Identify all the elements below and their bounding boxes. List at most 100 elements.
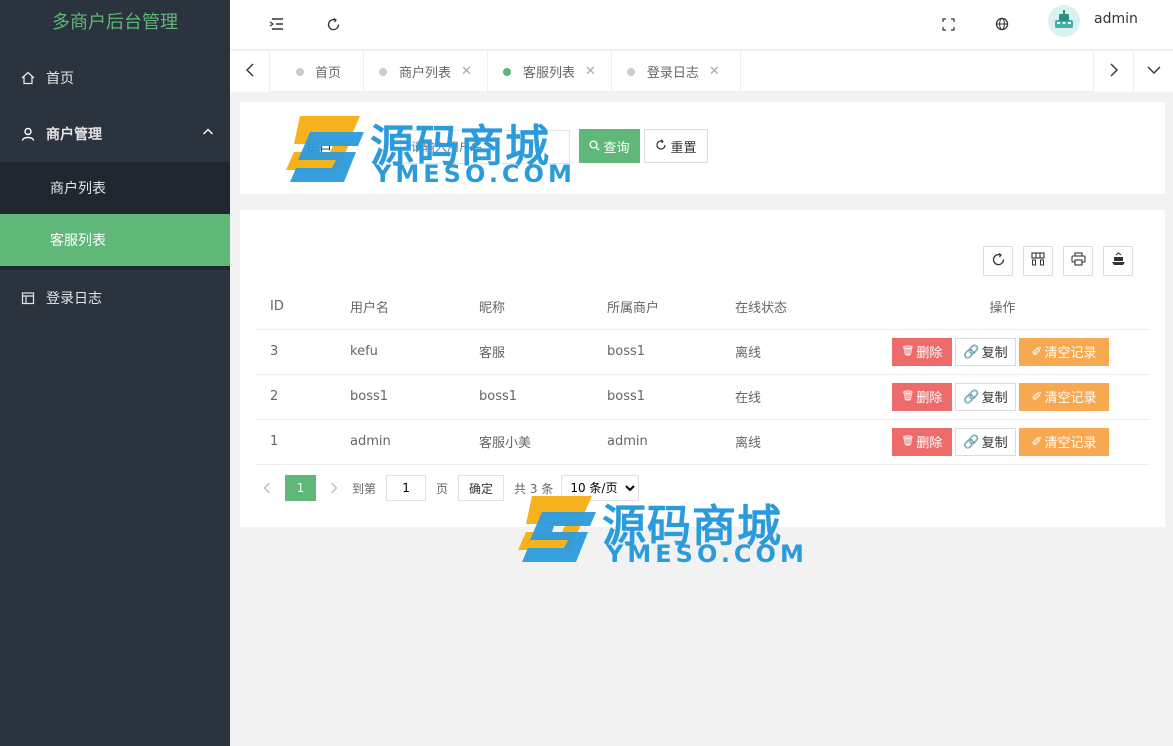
avatar[interactable] (1048, 5, 1080, 37)
goto-prefix: 到第 (352, 481, 377, 496)
cell-status: 离线 (720, 419, 840, 465)
sidebar-item-login-log[interactable]: 登录日志 (0, 270, 230, 326)
table-row: 1 admin 客服小美 admin 离线 🗑 删除 🔗 复制 ✐ 清空记录 (255, 419, 1150, 465)
tab-dot (626, 68, 635, 76)
sidebar-item-merchant-list[interactable]: 商户列表 (0, 162, 230, 214)
top-header: admin (230, 0, 1173, 50)
close-icon[interactable]: ✕ (461, 64, 472, 79)
delete-label: 删除 (916, 435, 943, 450)
tab-bar: 首页 商户列表 ✕ 客服列表 ✕ 登录日志 ✕ (230, 51, 1173, 92)
toolbar-print-button[interactable] (1063, 246, 1093, 276)
copy-button[interactable]: 🔗 复制 (955, 382, 1016, 411)
header-username[interactable]: admin (1094, 11, 1138, 27)
cell-merchant: boss1 (592, 374, 720, 420)
chevron-right-icon (1109, 63, 1119, 81)
delete-label: 删除 (916, 345, 943, 360)
tab-merchant-list[interactable]: 商户列表 ✕ (364, 51, 488, 92)
cell-username: admin (335, 419, 464, 465)
tab-home[interactable]: 首页 (270, 51, 365, 92)
close-icon[interactable]: ✕ (709, 64, 720, 79)
toolbar-refresh-button[interactable] (983, 246, 1013, 276)
goto-page-input[interactable] (386, 475, 427, 501)
clear-records-button[interactable]: ✐ 清空记录 (1019, 382, 1109, 411)
cell-id: 2 (255, 374, 335, 420)
trash-icon: 🗑 (901, 436, 915, 447)
sidebar-submenu: 商户列表 客服列表 (0, 162, 230, 266)
cell-id: 3 (255, 329, 335, 375)
chevron-up-icon (202, 126, 214, 142)
goto-confirm-button[interactable]: 确定 (458, 475, 505, 501)
print-icon (1070, 252, 1086, 270)
delete-button[interactable]: 🗑 删除 (892, 427, 952, 456)
app-logo-title: 多商户后台管理 (0, 0, 230, 50)
page-current[interactable]: 1 (285, 475, 316, 501)
chevron-left-icon (245, 63, 255, 81)
clear-label: 清空记录 (1044, 390, 1097, 405)
sidebar-item-label: 首页 (46, 71, 74, 87)
clear-records-button[interactable]: ✐ 清空记录 (1019, 337, 1109, 366)
next-page-icon[interactable] (322, 475, 346, 501)
broom-icon: ✐ (1031, 388, 1043, 404)
tab-label: 商户列表 (399, 66, 452, 81)
service-table: ID 用户名 昵称 所属商户 在线状态 操作 3 kefu 客服 boss1 离… (255, 285, 1150, 465)
search-label: 用户名 (306, 143, 346, 158)
table-row: 2 boss1 boss1 boss1 在线 🗑 删除 🔗 复制 ✐ 清空记录 (255, 374, 1150, 420)
page-size-select[interactable]: 10 条/页 (561, 475, 640, 501)
sidebar-group-merchant[interactable]: 商户管理 (0, 106, 230, 162)
query-button[interactable]: 查询 (579, 129, 640, 163)
tab-scroll-right[interactable] (1093, 51, 1133, 92)
sidebar: 多商户后台管理 首页 商户管理 商户列表 客服列表 登录日志 (0, 0, 230, 746)
cell-nickname: 客服 (464, 329, 592, 375)
prev-page-icon[interactable] (255, 475, 279, 501)
cell-username: boss1 (335, 374, 464, 420)
tab-dot (296, 68, 304, 76)
reset-button[interactable]: 重置 (644, 129, 708, 163)
copy-label: 复制 (981, 435, 1008, 450)
table-panel: ID 用户名 昵称 所属商户 在线状态 操作 3 kefu 客服 boss1 离… (240, 210, 1165, 527)
sidebar-item-service-list[interactable]: 客服列表 (0, 214, 230, 266)
fullscreen-icon[interactable] (936, 12, 960, 36)
sidebar-group-label: 商户管理 (46, 127, 102, 143)
link-icon: 🔗 (963, 433, 980, 449)
tab-list: 首页 商户列表 ✕ 客服列表 ✕ 登录日志 ✕ (270, 51, 741, 92)
close-icon[interactable]: ✕ (585, 64, 596, 79)
query-button-label: 查询 (603, 139, 630, 155)
refresh-icon (991, 252, 1006, 271)
refresh-icon[interactable] (321, 12, 345, 36)
pagination: 1 到第 页 确定 共 3 条 10 条/页 (255, 475, 640, 501)
cell-id: 1 (255, 419, 335, 465)
tab-service-list[interactable]: 客服列表 ✕ (488, 51, 612, 92)
copy-label: 复制 (981, 390, 1008, 405)
tab-login-log[interactable]: 登录日志 ✕ (612, 51, 741, 92)
globe-icon[interactable] (990, 12, 1014, 36)
delete-button[interactable]: 🗑 删除 (892, 382, 952, 411)
chevron-down-icon (1147, 64, 1161, 79)
toolbar-columns-button[interactable] (1023, 246, 1053, 276)
cell-ops: 🗑 删除 🔗 复制 ✐ 清空记录 (840, 374, 1150, 420)
cell-ops: 🗑 删除 🔗 复制 ✐ 清空记录 (840, 419, 1150, 465)
tab-dot (379, 68, 388, 76)
tab-scroll-left[interactable] (230, 51, 270, 92)
clear-records-button[interactable]: ✐ 清空记录 (1019, 427, 1109, 456)
tab-menu-dropdown[interactable] (1133, 51, 1173, 92)
cell-nickname: boss1 (464, 374, 592, 420)
home-icon (20, 70, 36, 86)
columns-icon (1031, 252, 1045, 270)
tab-label: 首页 (315, 66, 342, 81)
broom-icon: ✐ (1031, 433, 1043, 449)
copy-button[interactable]: 🔗 复制 (955, 427, 1016, 456)
copy-button[interactable]: 🔗 复制 (955, 337, 1016, 366)
toolbar-export-button[interactable] (1103, 246, 1133, 276)
cell-nickname: 客服小美 (464, 419, 592, 465)
calendar-icon (20, 290, 36, 306)
table-row: 3 kefu 客服 boss1 离线 🗑 删除 🔗 复制 ✐ 清空记录 (255, 329, 1150, 375)
sidebar-item-home[interactable]: 首页 (0, 50, 230, 106)
goto-suffix: 页 (436, 481, 449, 496)
search-input[interactable] (400, 130, 570, 164)
export-icon (1111, 252, 1126, 270)
th-merchant: 所属商户 (592, 285, 720, 330)
delete-button[interactable]: 🗑 删除 (892, 337, 952, 366)
reset-button-label: 重置 (670, 139, 697, 155)
menu-fold-icon[interactable] (265, 12, 289, 36)
copy-label: 复制 (981, 345, 1008, 360)
